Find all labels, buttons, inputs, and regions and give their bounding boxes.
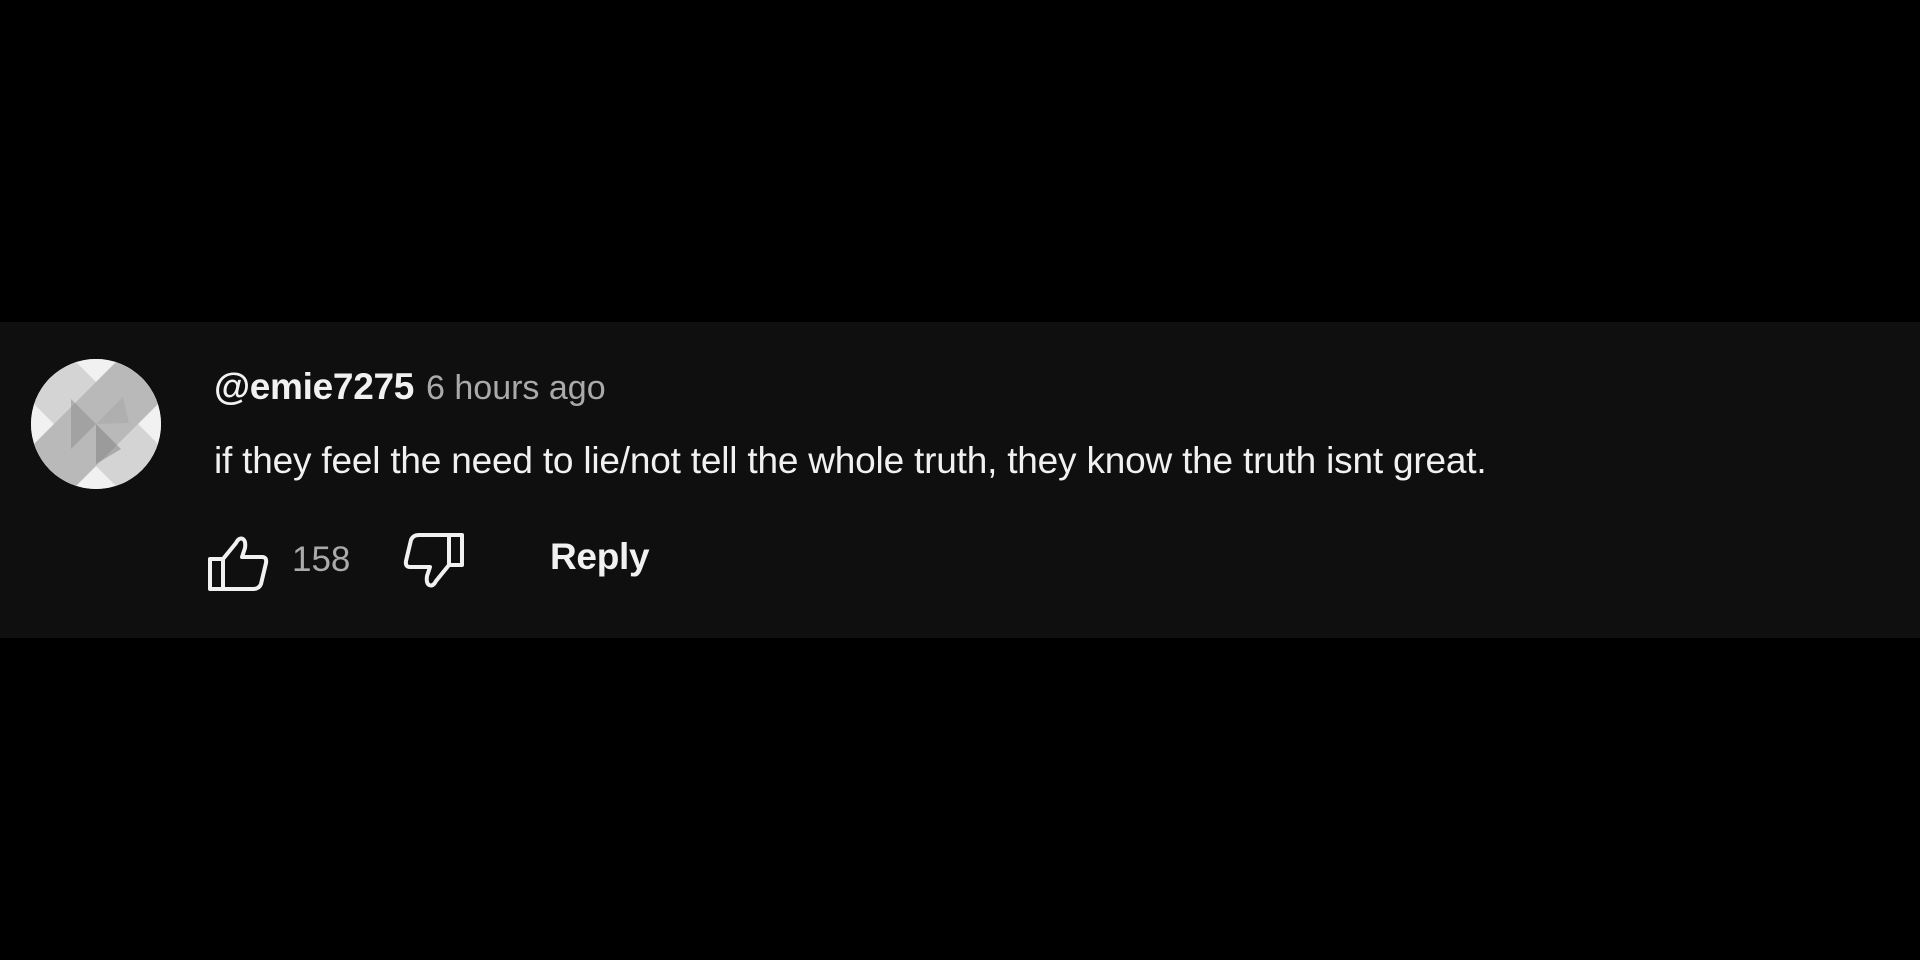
avatar-x-icon <box>31 359 161 489</box>
thumbs-up-icon <box>208 536 269 591</box>
avatar[interactable] <box>31 359 161 489</box>
like-count: 158 <box>292 540 351 579</box>
thumbs-down-icon <box>403 533 464 588</box>
comment-header: @emie7275 6 hours ago <box>214 366 606 412</box>
like-button[interactable] <box>206 532 270 592</box>
comment-actions: 158 Reply <box>206 530 666 594</box>
dislike-button[interactable] <box>402 532 466 594</box>
comment-author[interactable]: @emie7275 <box>214 366 414 408</box>
reply-button[interactable]: Reply <box>550 536 650 578</box>
comment-text: if they feel the need to lie/not tell th… <box>214 440 1487 481</box>
comment-timestamp[interactable]: 6 hours ago <box>426 369 606 408</box>
